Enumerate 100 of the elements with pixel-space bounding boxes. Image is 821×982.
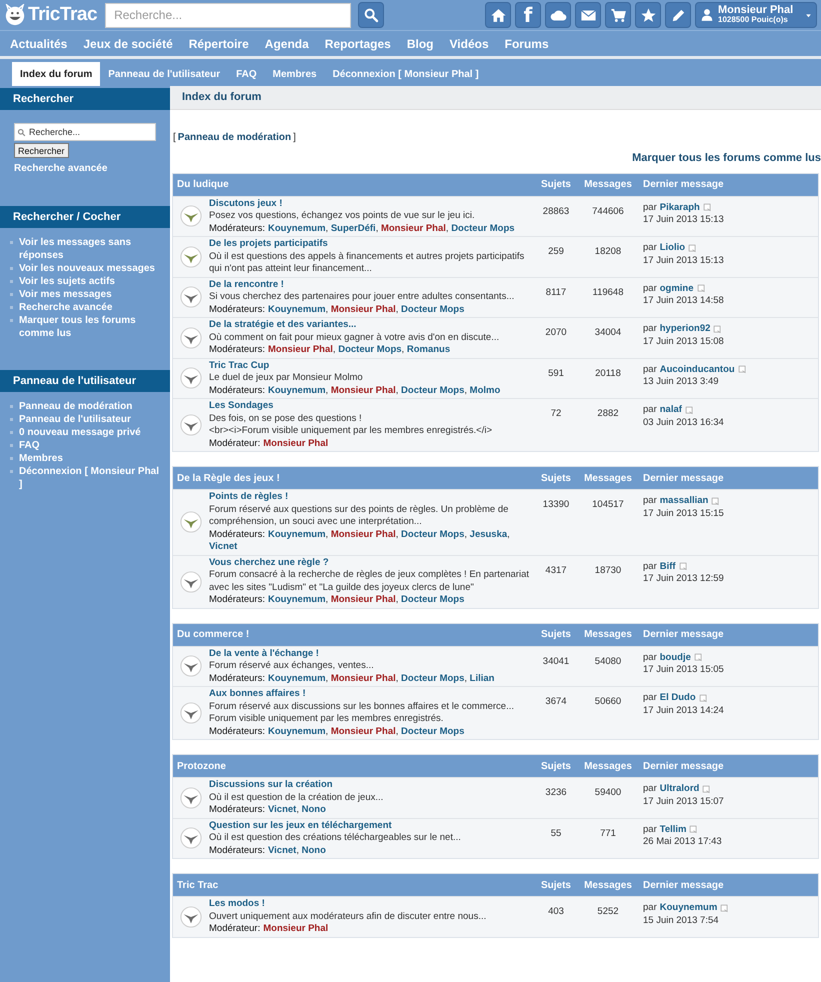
bullet-icon xyxy=(10,267,13,270)
moderation-link[interactable]: Panneau de modération xyxy=(178,130,292,145)
forum-title-link[interactable]: Les Sondages xyxy=(209,400,531,412)
moderator-link[interactable]: Docteur Mops xyxy=(338,344,402,355)
moderator-link[interactable]: Vicnet xyxy=(268,804,296,815)
forum-title-link[interactable]: Discussions sur la création xyxy=(209,779,531,792)
post-count: 771 xyxy=(599,826,617,840)
last-poster-link[interactable]: boudje xyxy=(660,652,691,664)
last-poster-link[interactable]: Aucoinducantou xyxy=(660,364,735,376)
forum-title-link[interactable]: Tric Trac Cup xyxy=(209,360,531,372)
moderator-link[interactable]: Vicnet xyxy=(209,541,238,552)
last-poster-link[interactable]: El Dudo xyxy=(660,692,696,704)
moderator-link[interactable]: Nono xyxy=(302,804,326,815)
moderator-link[interactable]: Docteur Mops xyxy=(401,528,464,540)
moderator-link[interactable]: Jesuska xyxy=(470,528,508,540)
moderator-link[interactable]: Monsieur Phal xyxy=(330,672,396,684)
user-points: 1028500 Pouic(o)s xyxy=(718,15,789,25)
last-poster-link[interactable]: Kouynemum xyxy=(660,902,718,914)
moderator-link[interactable]: Kouynemum xyxy=(268,528,326,540)
moderator-link[interactable]: Monsieur Phal xyxy=(330,384,396,396)
forum-title-link[interactable]: De la stratégie et des variantes... xyxy=(209,319,531,332)
forum-title-link[interactable]: De la rencontre ! xyxy=(209,278,531,291)
home-button[interactable] xyxy=(485,2,511,28)
moderator-link[interactable]: Lilian xyxy=(470,672,494,684)
last-poster-link[interactable]: Pikaraph xyxy=(660,202,700,214)
forum-title-link[interactable]: De les projets participatifs xyxy=(209,238,531,250)
moderators-label: Modérateurs: xyxy=(209,528,265,540)
last-poster-link[interactable]: Ultralord xyxy=(660,783,700,796)
sidebar-search-field[interactable]: Recherche... xyxy=(14,123,156,141)
moderator-link[interactable]: Monsieur Phal xyxy=(330,726,396,736)
user-menu[interactable]: Monsieur Phal 1028500 Pouic(o)s xyxy=(695,2,817,28)
last-poster-link[interactable]: Tellim xyxy=(660,824,686,836)
search-field[interactable]: Recherche... xyxy=(105,2,352,28)
moderator-link[interactable]: Docteur Mops xyxy=(451,222,515,234)
edit-button[interactable] xyxy=(665,2,691,28)
moderator-link[interactable]: Monsieur Phal xyxy=(330,594,396,605)
moderators-label: Modérateurs: xyxy=(209,304,265,314)
comma-text: , xyxy=(396,528,398,540)
topic-count: 13390 xyxy=(542,498,570,512)
moderator-link[interactable]: Docteur Mops xyxy=(401,726,464,736)
last-poster-link[interactable]: Liolio xyxy=(660,242,686,254)
forum-title-link[interactable]: Vous cherchez une règle ? xyxy=(209,556,531,569)
cart-button[interactable] xyxy=(605,2,631,28)
moderator-link[interactable]: Romanus xyxy=(406,344,450,355)
by-label: par xyxy=(643,824,657,836)
moderator-link[interactable]: Monsieur Phal xyxy=(263,923,328,934)
goto-post-icon xyxy=(684,406,694,415)
page-title: Index du forum xyxy=(182,90,262,106)
post-count: 5252 xyxy=(596,905,620,919)
column-header: Sujets xyxy=(540,878,572,892)
moderator-link[interactable]: Kouynemum xyxy=(268,304,326,314)
last-poster-link[interactable]: massallian xyxy=(660,495,708,508)
bullet-icon xyxy=(10,241,13,244)
moderator-link[interactable]: Monsieur Phal xyxy=(263,438,328,448)
comma-text: , xyxy=(402,344,404,355)
moderator-link[interactable]: Docteur Mops xyxy=(401,672,464,684)
forum-title-link[interactable]: Question sur les jeux en téléchargement xyxy=(209,820,531,832)
last-poster-link[interactable]: Biff xyxy=(660,560,676,573)
forum-title-link[interactable]: Aux bonnes affaires ! xyxy=(209,688,531,700)
facebook-button[interactable]: f xyxy=(515,2,541,28)
comma-text: , xyxy=(326,726,328,736)
forum-title-link[interactable]: De la vente à l'échange ! xyxy=(209,648,531,660)
moderator-link[interactable]: Kouynemum xyxy=(268,726,326,736)
sidebar-heading: Rechercher / Cocher xyxy=(0,206,170,228)
moderator-link[interactable]: Monsieur Phal xyxy=(330,304,396,314)
last-post-date: 13 Juin 2013 3:49 xyxy=(643,376,720,388)
moderator-link[interactable]: SuperDéfi xyxy=(330,222,376,234)
moderator-link[interactable]: Docteur Mops xyxy=(401,594,464,605)
forum-tab[interactable]: Index du forum xyxy=(12,62,100,86)
last-poster-link[interactable]: hyperion92 xyxy=(660,323,710,336)
forum-title-link[interactable]: Discutons jeux ! xyxy=(209,198,531,210)
comma-text: , xyxy=(326,528,328,540)
last-poster-link[interactable]: nalaf xyxy=(660,404,682,416)
moderator-link[interactable]: Vicnet xyxy=(268,844,296,856)
moderator-link[interactable]: Kouynemum xyxy=(268,672,326,684)
moderator-link[interactable]: Kouynemum xyxy=(268,594,326,605)
last-poster-link[interactable]: ogmine xyxy=(660,282,694,295)
forum-title-link[interactable]: Points de règles ! xyxy=(209,491,531,504)
moderator-link[interactable]: Monsieur Phal xyxy=(268,344,333,355)
search-button[interactable] xyxy=(358,2,384,28)
topic-count: 259 xyxy=(547,245,565,259)
moderator-link[interactable]: Monsieur Phal xyxy=(330,528,396,540)
post-count: 119648 xyxy=(592,286,624,300)
comma-text: , xyxy=(464,528,468,540)
moderator-link[interactable]: Docteur Mops xyxy=(401,384,464,396)
moderator-link[interactable]: Monsieur Phal xyxy=(380,222,446,234)
forum-title-link[interactable]: Les modos ! xyxy=(209,898,531,910)
moderator-link[interactable]: Nono xyxy=(302,844,326,856)
cloud-button[interactable] xyxy=(545,2,571,28)
search-button[interactable]: Rechercher xyxy=(14,143,69,158)
moderator-link[interactable]: Docteur Mops xyxy=(401,304,464,314)
favorites-button[interactable] xyxy=(635,2,661,28)
moderator-link[interactable]: Kouynemum xyxy=(268,222,326,234)
mail-button[interactable] xyxy=(575,2,601,28)
moderators-label: Modérateurs: xyxy=(209,804,265,815)
moderator-link[interactable]: Molmo xyxy=(470,384,500,396)
mark-all-read-link[interactable]: Marquer tous les forums comme lus xyxy=(632,150,821,166)
moderator-link[interactable]: Kouynemum xyxy=(268,384,326,396)
topic-count: 34041 xyxy=(542,654,570,668)
category-title: De la Règle des jeux ! xyxy=(176,472,281,486)
